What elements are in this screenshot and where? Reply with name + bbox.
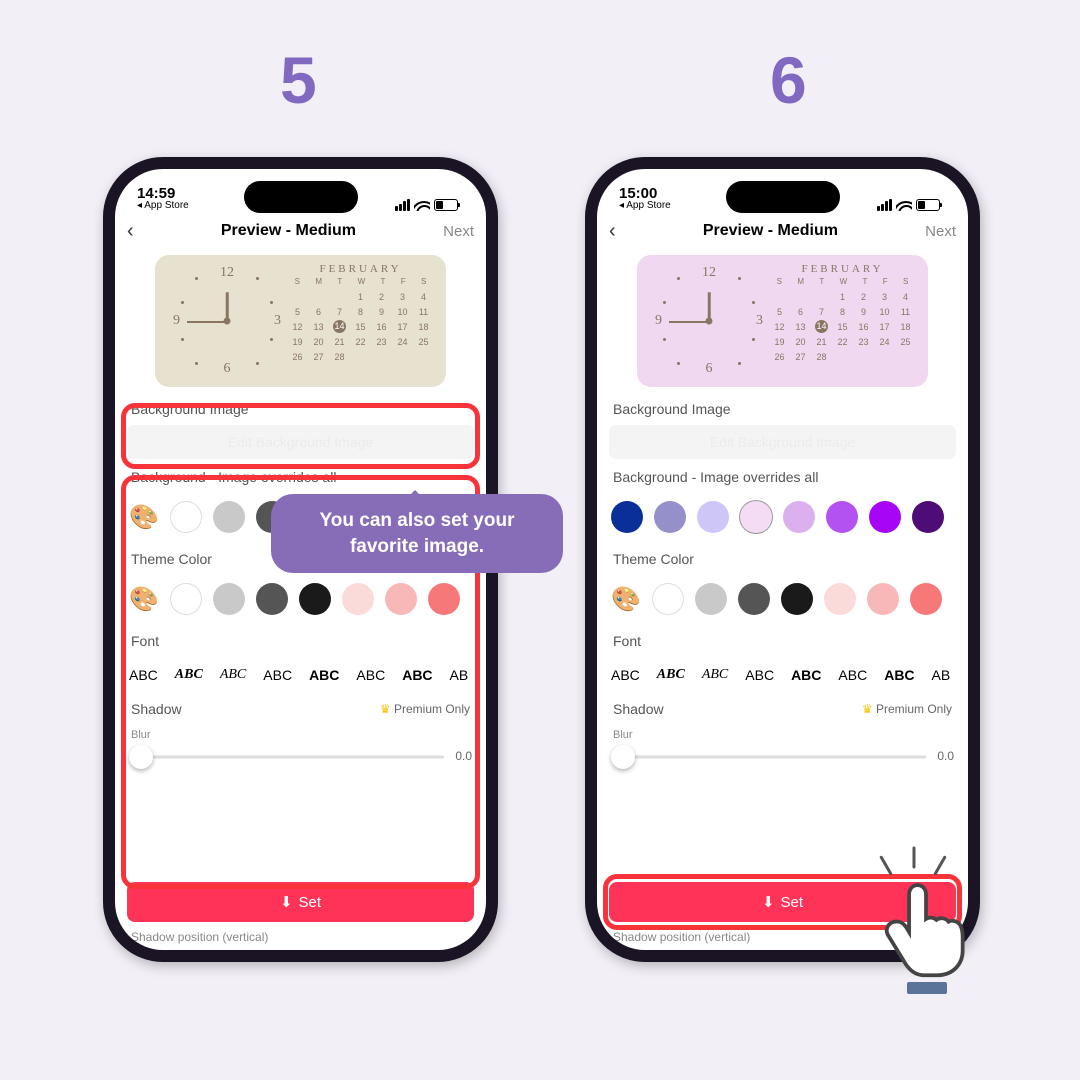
font-option[interactable]: ABC [791, 667, 821, 683]
color-swatch[interactable] [385, 583, 417, 615]
font-option[interactable]: ABC [309, 667, 339, 683]
color-swatch[interactable] [428, 583, 460, 615]
back-to-appstore[interactable]: ◂ App Store [619, 200, 671, 211]
font-option[interactable]: ABC [175, 667, 203, 683]
blur-label: Blur [127, 725, 474, 741]
color-swatch[interactable] [342, 583, 374, 615]
back-button[interactable]: ‹ [127, 220, 134, 243]
edit-bg-button[interactable]: Edit Background Image [609, 425, 956, 459]
phone-6: 15:00◂ App Store ‹ Preview - Medium Next… [585, 157, 980, 962]
clock-face: 12369 [649, 263, 769, 379]
palette-icon[interactable]: 🎨 [611, 585, 641, 614]
color-swatch[interactable] [299, 583, 331, 615]
font-row: ABC ABC ABC ABC ABC ABC ABC AB [609, 657, 956, 693]
color-swatch[interactable] [910, 583, 942, 615]
tooltip: You can also set your favorite image. [271, 494, 563, 573]
font-option[interactable]: ABC [220, 667, 246, 683]
bg-swatches [609, 493, 956, 541]
widget-preview: 12369 FEBRUARY SMTWTFS 12345678910111213… [637, 255, 928, 387]
status-indicators [395, 199, 458, 211]
bg-image-label: Background Image [613, 401, 952, 417]
widget-preview: 12369 FEBRUARY SMTWTFS 12345678910111213… [155, 255, 446, 387]
font-label: Font [613, 633, 952, 649]
color-swatch[interactable] [170, 583, 202, 615]
clock-face: 12369 [167, 263, 287, 379]
shadow-pos-label: Shadow position (vertical) [131, 930, 268, 944]
set-button[interactable]: ⬇Set [127, 882, 474, 922]
font-label: Font [131, 633, 470, 649]
shadow-label: Shadow [131, 701, 182, 717]
shadow-pos-label: Shadow position (vertical) [613, 930, 750, 944]
page-title: Preview - Medium [703, 222, 838, 240]
color-swatch[interactable] [740, 501, 772, 533]
next-button[interactable]: Next [925, 223, 956, 240]
color-swatch[interactable] [256, 583, 288, 615]
edit-bg-button[interactable]: Edit Background Image [127, 425, 474, 459]
nav-bar: ‹ Preview - Medium Next [115, 211, 486, 251]
nav-bar: ‹ Preview - Medium Next [597, 211, 968, 251]
font-option[interactable]: AB [932, 667, 951, 683]
step-number-6: 6 [770, 42, 807, 118]
theme-swatches: 🎨 [609, 575, 956, 623]
color-swatch[interactable] [695, 583, 727, 615]
font-option[interactable]: ABC [356, 667, 385, 683]
theme-label: Theme Color [613, 551, 952, 567]
font-row: ABC ABC ABC ABC ABC ABC ABC AB [127, 657, 474, 693]
back-to-appstore[interactable]: ◂ App Store [137, 200, 189, 211]
step-number-5: 5 [280, 42, 317, 118]
premium-badge: ♛ Premium Only [380, 702, 470, 716]
back-button[interactable]: ‹ [609, 220, 616, 243]
color-swatch[interactable] [738, 583, 770, 615]
status-bar: 15:00◂ App Store [597, 169, 968, 211]
font-option[interactable]: ABC [263, 667, 292, 683]
color-swatch[interactable] [697, 501, 729, 533]
color-swatch[interactable] [783, 501, 815, 533]
color-swatch[interactable] [170, 501, 202, 533]
status-bar: 14:59◂ App Store [115, 169, 486, 211]
blur-slider[interactable]: 0.0 [611, 745, 954, 769]
theme-swatches: 🎨 [127, 575, 474, 623]
shadow-label: Shadow [613, 701, 664, 717]
next-button[interactable]: Next [443, 223, 474, 240]
font-option[interactable]: ABC [129, 667, 158, 683]
calendar: FEBRUARY SMTWTFS 12345678910111213141516… [769, 263, 916, 379]
tap-cursor-icon [879, 880, 973, 986]
color-swatch[interactable] [826, 501, 858, 533]
calendar: FEBRUARY SMTWTFS 12345678910111213141516… [287, 263, 434, 379]
bg-color-label: Background - Image overrides all [613, 469, 952, 485]
font-option[interactable]: ABC [657, 667, 685, 683]
palette-icon[interactable]: 🎨 [129, 585, 159, 614]
color-swatch[interactable] [824, 583, 856, 615]
color-swatch[interactable] [867, 583, 899, 615]
color-swatch[interactable] [869, 501, 901, 533]
status-indicators [877, 199, 940, 211]
bg-image-label: Background Image [131, 401, 470, 417]
font-option[interactable]: ABC [402, 667, 432, 683]
page-title: Preview - Medium [221, 222, 356, 240]
palette-icon[interactable]: 🎨 [129, 503, 159, 532]
color-swatch[interactable] [213, 583, 245, 615]
font-option[interactable]: ABC [702, 667, 728, 683]
color-swatch[interactable] [652, 583, 684, 615]
color-swatch[interactable] [654, 501, 686, 533]
premium-badge: ♛ Premium Only [862, 702, 952, 716]
font-option[interactable]: ABC [611, 667, 640, 683]
blur-slider[interactable]: 0.0 [129, 745, 472, 769]
blur-label: Blur [609, 725, 956, 741]
color-swatch[interactable] [213, 501, 245, 533]
color-swatch[interactable] [912, 501, 944, 533]
font-option[interactable]: ABC [884, 667, 914, 683]
color-swatch[interactable] [781, 583, 813, 615]
font-option[interactable]: ABC [745, 667, 774, 683]
font-option[interactable]: AB [450, 667, 469, 683]
color-swatch[interactable] [611, 501, 643, 533]
font-option[interactable]: ABC [838, 667, 867, 683]
